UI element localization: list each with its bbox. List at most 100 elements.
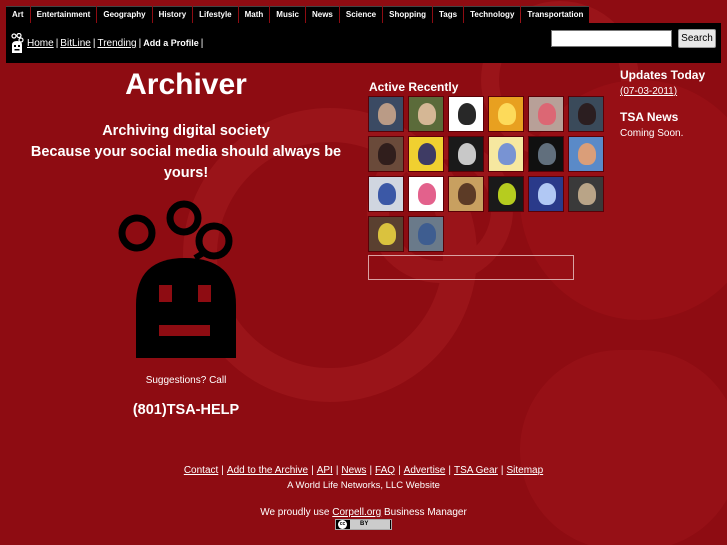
avatar[interactable]: [568, 136, 604, 172]
cc-icon: cc: [338, 520, 347, 529]
updates-date-link[interactable]: (07-03-2011): [620, 86, 677, 97]
footer-links: Contact | Add to the Archive | API | News | FAQ |…: [0, 465, 727, 476]
avatar-face-icon: [578, 103, 596, 125]
robot-logo-icon[interactable]: [10, 33, 24, 53]
avatar[interactable]: [368, 216, 404, 252]
avatar-face-icon: [458, 143, 476, 165]
company-text: A World Life Networks, LLC Website: [287, 480, 440, 491]
avatar[interactable]: [368, 176, 404, 212]
avatar[interactable]: [568, 96, 604, 132]
tagline-line-1: Archiving digital society: [102, 123, 270, 139]
avatar[interactable]: [368, 136, 404, 172]
category-tab-shopping[interactable]: Shopping: [383, 6, 433, 23]
category-tab-lifestyle[interactable]: Lifestyle: [193, 6, 238, 23]
category-tab-tags[interactable]: Tags: [433, 6, 464, 23]
separator: |: [335, 465, 339, 476]
footer-link-faq[interactable]: FAQ: [375, 465, 395, 476]
avatar[interactable]: [408, 136, 444, 172]
avatar-face-icon: [458, 183, 476, 205]
separator: |: [398, 465, 401, 476]
separator: |: [55, 38, 59, 49]
avatar-face-icon: [578, 143, 596, 165]
footer-link-sitemap[interactable]: Sitemap: [506, 465, 543, 476]
avatar-face-icon: [418, 223, 436, 245]
search-input[interactable]: [551, 30, 672, 47]
avatar-face-icon: [538, 103, 556, 125]
avatar[interactable]: [488, 176, 524, 212]
robot-mascot-icon: [118, 200, 236, 358]
category-nav: Art Entertainment Geography History Lifestyl…: [6, 6, 590, 23]
category-tab-transportation[interactable]: Transportation: [521, 6, 590, 23]
avatar[interactable]: [448, 136, 484, 172]
avatar[interactable]: [488, 136, 524, 172]
separator: |: [311, 465, 314, 476]
news-heading: TSA News: [620, 110, 679, 124]
cc-by-text: BY: [350, 520, 390, 529]
avatar-face-icon: [418, 143, 436, 165]
avatar[interactable]: [408, 96, 444, 132]
top-bar: Home | BitLine | Trending | Add a Profile | Sea…: [6, 23, 721, 63]
avatar-face-icon: [378, 103, 396, 125]
avatar-face-icon: [458, 103, 476, 125]
category-tab-music[interactable]: Music: [270, 6, 305, 23]
trending-link[interactable]: Trending: [97, 38, 136, 49]
proudly-prefix: We proudly use: [260, 507, 330, 518]
search-button[interactable]: Search: [678, 29, 716, 48]
category-tab-technology[interactable]: Technology: [464, 6, 521, 23]
avatar-face-icon: [498, 103, 516, 125]
avatar-face-icon: [538, 183, 556, 205]
footer-link-tsa-gear[interactable]: TSA Gear: [454, 465, 498, 476]
avatar[interactable]: [448, 176, 484, 212]
tagline: Archiving digital society Because your s…: [0, 121, 372, 184]
separator: |: [92, 38, 96, 49]
separator: |: [200, 38, 204, 49]
tagline-line-2: Because your social media should always …: [30, 144, 342, 181]
category-tab-science[interactable]: Science: [339, 6, 383, 23]
avatar[interactable]: [528, 96, 564, 132]
category-tab-entertainment[interactable]: Entertainment: [30, 6, 97, 23]
home-link[interactable]: Home: [27, 38, 54, 49]
avatar[interactable]: [488, 96, 524, 132]
separator: |: [221, 465, 224, 476]
separator: |: [500, 465, 504, 476]
footer-link-news[interactable]: News: [341, 465, 366, 476]
news-text: Coming Soon.: [620, 128, 684, 139]
category-tab-news[interactable]: News: [305, 6, 339, 23]
cc-license-badge[interactable]: cc BY: [335, 519, 392, 530]
avatar[interactable]: [568, 176, 604, 212]
category-tab-math[interactable]: Math: [238, 6, 270, 23]
category-tab-geography[interactable]: Geography: [97, 6, 152, 23]
separator: |: [138, 38, 142, 49]
suggestions-label: Suggestions? Call: [145, 375, 227, 386]
proudly-text: We proudly use Corpell.org Business Mana…: [0, 507, 727, 518]
avatar-face-icon: [418, 183, 436, 205]
site-title: Archiver: [125, 68, 247, 101]
avatar[interactable]: [408, 216, 444, 252]
footer-link-contact[interactable]: Contact: [184, 465, 218, 476]
bitline-link[interactable]: BitLine: [60, 38, 91, 49]
footer-link-api[interactable]: API: [317, 465, 333, 476]
updates-heading: Updates Today: [620, 68, 706, 82]
proudly-suffix: Business Manager: [383, 507, 467, 518]
footer-link-advertise[interactable]: Advertise: [404, 465, 446, 476]
avatar[interactable]: [528, 136, 564, 172]
corpell-link[interactable]: Corpell.org: [332, 507, 381, 518]
active-recently-heading: Active Recently: [369, 80, 459, 94]
category-tab-history[interactable]: History: [152, 6, 193, 23]
separator: |: [369, 465, 373, 476]
avatar[interactable]: [408, 176, 444, 212]
footer-link-add-to-the-archive[interactable]: Add to the Archive: [227, 465, 308, 476]
avatar-face-icon: [538, 143, 556, 165]
avatar-face-icon: [378, 223, 396, 245]
avatar-face-icon: [418, 103, 436, 125]
avatar[interactable]: [528, 176, 564, 212]
avatar-face-icon: [498, 183, 516, 205]
avatar-face-icon: [378, 183, 396, 205]
active-recently-box: [368, 255, 574, 280]
add-profile-link[interactable]: Add a Profile: [143, 38, 199, 48]
top-links: Home | BitLine | Trending | Add a Profile |: [27, 38, 205, 49]
category-tab-art[interactable]: Art: [6, 6, 30, 23]
avatar-face-icon: [578, 183, 596, 205]
avatar[interactable]: [448, 96, 484, 132]
avatar[interactable]: [368, 96, 404, 132]
